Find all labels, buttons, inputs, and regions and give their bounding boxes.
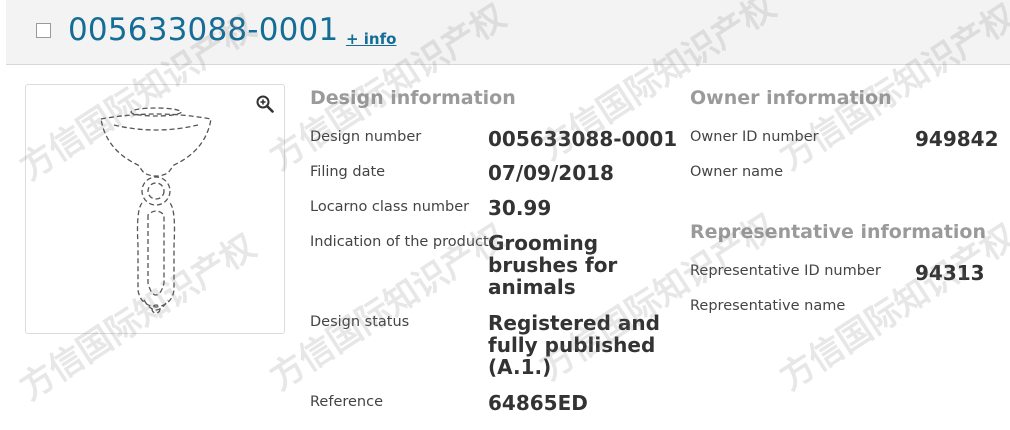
design-number-value: 005633088-0001 (488, 127, 678, 151)
design-drawing-image (100, 107, 212, 314)
reference-label: Reference (310, 394, 384, 410)
product-indication-label: Indication of the product (310, 234, 489, 250)
owner-id-label: Owner ID number (690, 129, 819, 145)
reference-value: 64865ED (488, 391, 588, 415)
locarno-class-value: 30.99 (488, 196, 552, 220)
product-indication-value: Grooming brushes for animals (488, 231, 618, 299)
locarno-class-label: Locarno class number (310, 199, 470, 215)
representative-id-value: 94313 (915, 261, 985, 285)
representative-id-label: Representative ID number (690, 263, 881, 279)
filing-date-value: 07/09/2018 (488, 161, 614, 185)
select-checkbox[interactable] (36, 23, 51, 38)
owner-info-title: Owner information (690, 87, 892, 109)
page-header: 005633088-0001 + info (6, 0, 1010, 65)
zoom-in-icon[interactable] (256, 95, 274, 113)
page-title: 005633088-0001 (68, 12, 339, 48)
more-info-link[interactable]: + info (346, 30, 396, 48)
owner-name-label: Owner name (690, 164, 784, 180)
representative-info-title: Representative information (690, 221, 987, 243)
representative-name-label: Representative name (690, 298, 846, 314)
design-status-value: Registered and fully published (A.1.) (488, 311, 660, 379)
owner-id-value: 949842 (915, 127, 999, 151)
design-status-label: Design status (310, 314, 410, 330)
design-image-panel[interactable] (25, 84, 285, 334)
design-info-title: Design information (310, 87, 516, 109)
design-number-label: Design number (310, 129, 422, 145)
filing-date-label: Filing date (310, 164, 386, 180)
